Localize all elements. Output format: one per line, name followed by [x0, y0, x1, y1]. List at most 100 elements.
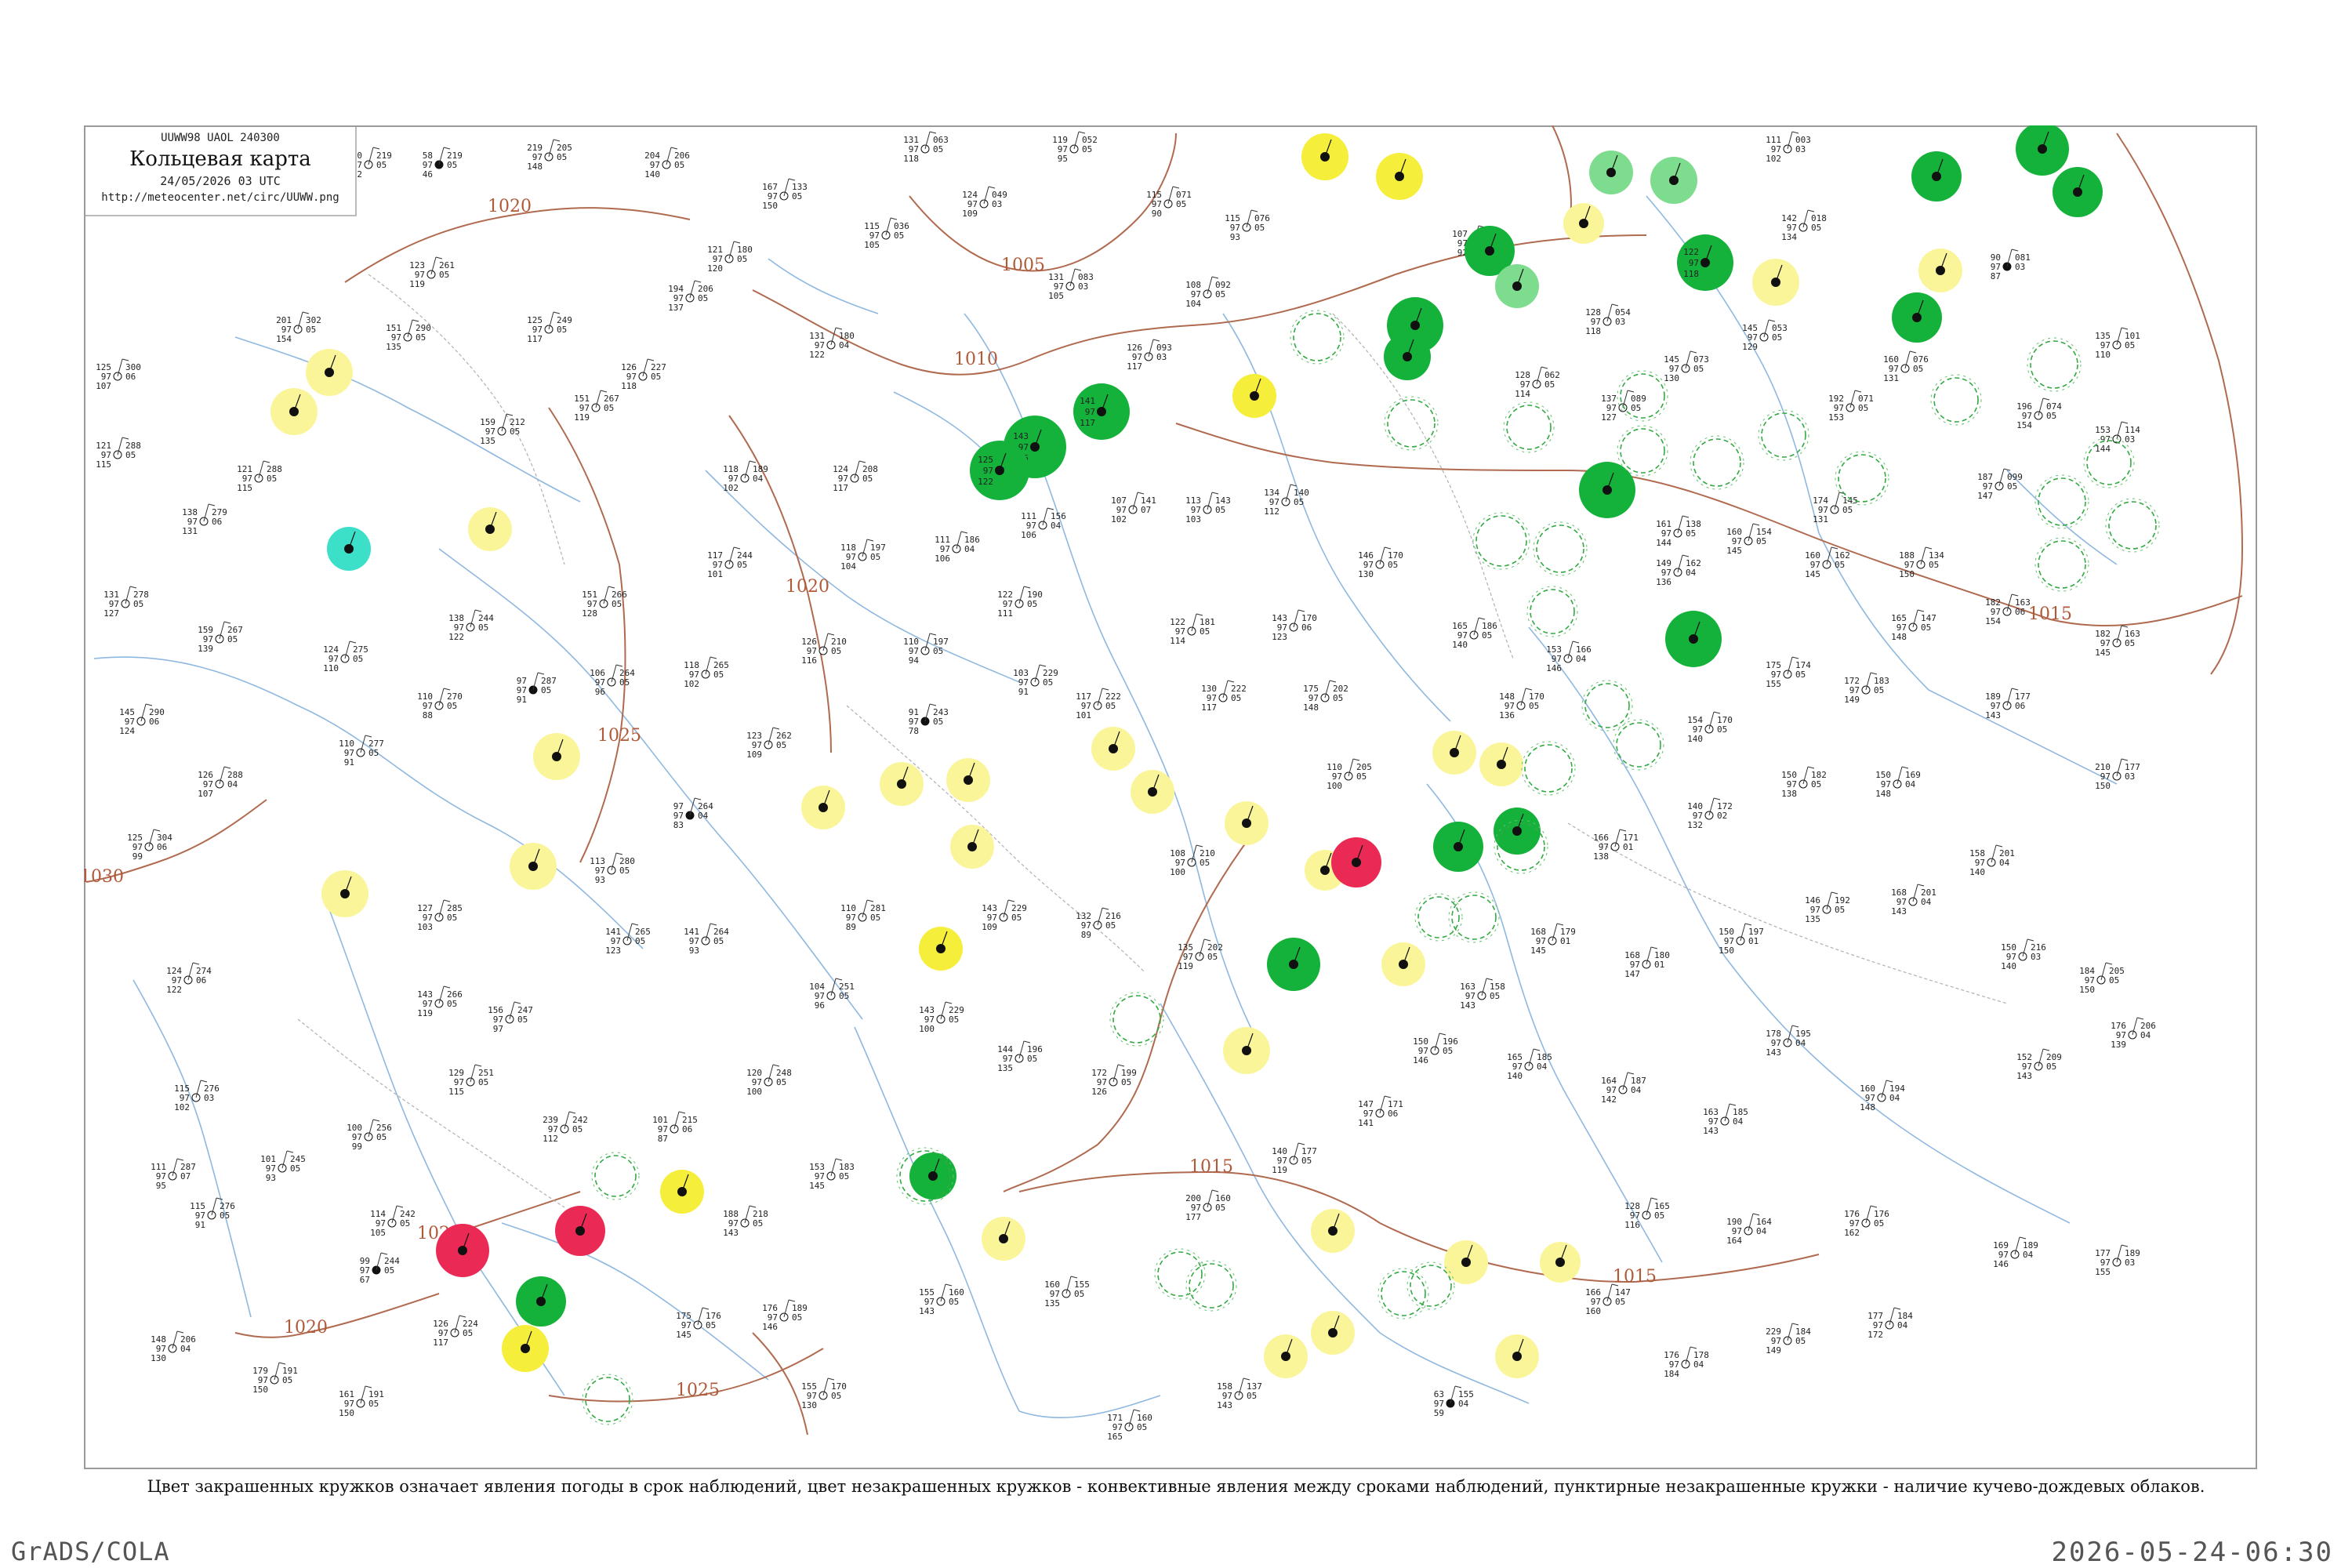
station-plot: 1519711926705 — [574, 390, 619, 423]
station-dewpoint: 123 — [1272, 632, 1287, 642]
wind-barb-feather — [772, 727, 780, 730]
wind-barb-feather — [153, 829, 161, 832]
station-plot: 2009717716005 — [1185, 1189, 1231, 1222]
station-tendency: 06 — [2015, 607, 2025, 617]
station-plot: 1189710218904 — [723, 460, 768, 493]
station-tendency: 05 — [737, 254, 747, 264]
station-temp: 125 — [978, 455, 993, 465]
station-dewpoint: 96 — [815, 1000, 825, 1011]
wind-barb-feather — [710, 656, 717, 659]
wind-barb-feather — [2003, 468, 2011, 471]
wind-barb-feather — [1870, 1205, 1878, 1208]
station-dewpoint: 117 — [1201, 702, 1217, 713]
station-tendency: 05 — [737, 560, 747, 570]
wind-barb-feather — [553, 311, 561, 314]
wind-barb-feather — [1023, 586, 1031, 589]
station-dewpoint: 119 — [409, 279, 425, 289]
wind-barb-feather — [1137, 492, 1145, 495]
station-plot: 125979930406 — [127, 829, 172, 862]
station-tendency: 05 — [1231, 693, 1241, 703]
station-tendency: 04 — [180, 1344, 191, 1354]
station-tendency: 03 — [992, 199, 1002, 209]
station-dewpoint: 101 — [1076, 710, 1091, 720]
wind-barb-feather — [1807, 766, 1815, 769]
wind-barb-feather — [1117, 1064, 1125, 1067]
wind-barb-feather — [176, 1330, 184, 1334]
station-plot: 1189710419705 — [840, 539, 886, 572]
station-plot: 1799715019105 — [252, 1362, 298, 1395]
cb-dashed-circle — [1761, 412, 1806, 458]
render-timestamp: 2026-05-24-06:30 — [2051, 1537, 2333, 1568]
wind-barb-feather — [1211, 492, 1219, 495]
station-tendency: 06 — [2015, 701, 2025, 711]
station-plot: 1179710124405 — [707, 546, 753, 579]
station-tendency: 07 — [180, 1171, 191, 1181]
station-tendency: 05 — [1356, 771, 1367, 782]
station-plot: 1239710926205 — [746, 727, 792, 760]
wind-barb-feather — [208, 503, 216, 506]
station-plot: 1929715307105 — [1828, 390, 1874, 423]
bulletin-code: UUWW98 UAOL 240300 — [161, 132, 280, 144]
station-plot: 91977824305 — [909, 703, 949, 736]
station-plot: 141979326405 — [684, 923, 729, 956]
station-dewpoint: 117 — [1127, 361, 1142, 372]
wind-barb-feather — [929, 633, 937, 636]
wind-barb-feather — [1023, 1040, 1031, 1044]
station-plot: 2399711224205 — [543, 1111, 588, 1144]
wind-barb-feather — [223, 766, 231, 769]
cb-dashed-ring — [1526, 586, 1578, 637]
weather-circle-paleyellow — [1131, 770, 1174, 814]
station-tendency: 06 — [196, 975, 206, 985]
wind-barb-feather — [1227, 680, 1235, 683]
source-url: http://meteocenter.net/circ/UUWW.png — [101, 191, 339, 204]
station-plot: 1319711806305 — [903, 131, 949, 164]
station-tendency: 05 — [557, 325, 567, 335]
wind-barb-feather — [2042, 397, 2050, 401]
station-plot: 58974621905 — [423, 147, 463, 180]
station-plot: 1759715517405 — [1766, 656, 1811, 689]
station-plot: 1689714320104 — [1891, 884, 1936, 916]
wind-barb-feather — [443, 899, 451, 902]
station-tendency: 05 — [1027, 599, 1037, 609]
station-dewpoint: 117 — [1080, 418, 1095, 428]
cb-dashed-ring — [1758, 409, 1809, 461]
station-plot: 1469713017005 — [1358, 546, 1403, 579]
station-tendency: 05 — [792, 191, 802, 201]
station-dewpoint: 143 — [1985, 710, 2001, 720]
station-plot: 63975915504 — [1434, 1385, 1474, 1418]
station-tendency: 01 — [1748, 936, 1759, 946]
wind-barb-feather — [1556, 923, 1564, 926]
station-plot: 90978708103 — [1991, 249, 2031, 281]
station-plot: 1109710020505 — [1327, 758, 1372, 791]
station-dewpoint: 155 — [1766, 679, 1781, 689]
station-plot: 1769713920604 — [2111, 1017, 2156, 1050]
station-tendency: 05 — [368, 1399, 379, 1409]
station-plot: 1719716516005 — [1107, 1409, 1152, 1442]
station-dewpoint: 93 — [689, 946, 699, 956]
station-tendency: 05 — [1074, 1289, 1084, 1299]
station-tendency: 04 — [1921, 897, 1932, 907]
wind-barb-feather — [514, 1001, 521, 1004]
station-dewpoint: 150 — [2079, 985, 2095, 995]
station-tendency: 05 — [619, 677, 630, 688]
station-tendency: 06 — [212, 517, 222, 527]
station-plot: 1249712227406 — [166, 962, 212, 995]
station-dewpoint: 130 — [801, 1400, 817, 1410]
station-pressure-tendency: 97 — [1689, 258, 1699, 268]
wind-barb-feather — [372, 147, 380, 150]
station-tendency: 05 — [1615, 1297, 1625, 1307]
station-plot: 1299711525105 — [448, 1064, 494, 1097]
station-tendency: 05 — [831, 1391, 841, 1401]
wind-barb-feather — [568, 1111, 576, 1114]
station-tendency: 05 — [439, 270, 449, 280]
station-plot: 1639714318504 — [1703, 1103, 1748, 1136]
station-plot: 1909716416404 — [1726, 1213, 1772, 1246]
station-plot: 1439710022905 — [919, 1001, 964, 1034]
station-plot: 111979528707 — [151, 1158, 196, 1191]
station-tendency: 05 — [1294, 497, 1304, 507]
station-plot: 1159710227603 — [174, 1080, 220, 1112]
station-dewpoint: 146 — [1413, 1055, 1428, 1065]
weather-circle-green — [1665, 611, 1722, 667]
station-plot: 1589714020104 — [1969, 844, 2015, 877]
station-tendency: 04 — [839, 340, 850, 350]
